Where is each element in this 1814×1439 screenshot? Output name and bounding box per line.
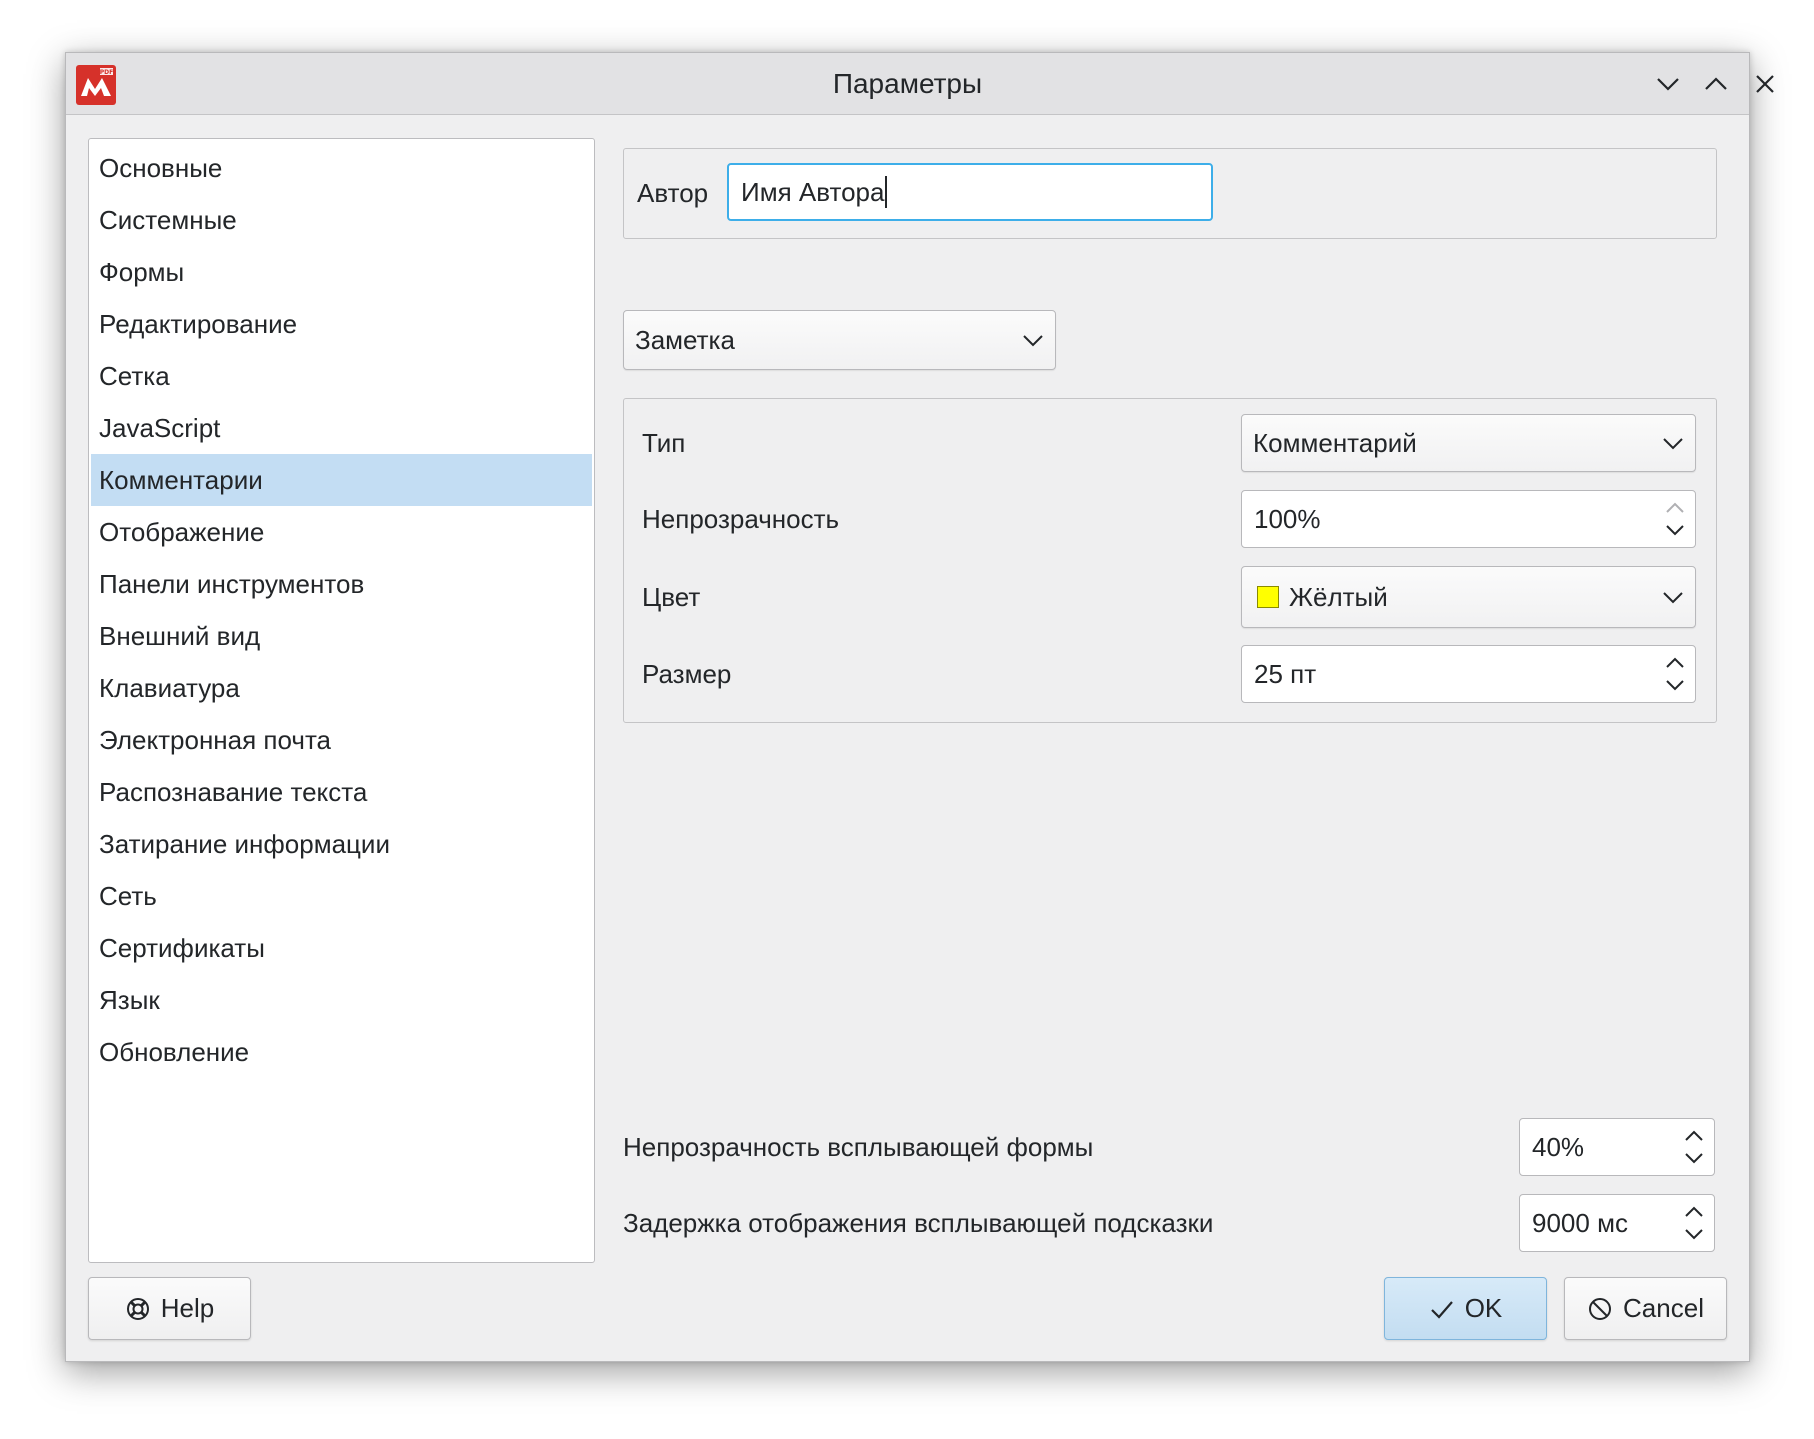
type-label: Тип: [642, 428, 686, 458]
chevron-down-icon: [1663, 438, 1683, 450]
cancel-icon: [1587, 1296, 1613, 1322]
size-spinbox[interactable]: 25 пт: [1241, 645, 1696, 703]
comment-type-value: Комментарий: [1253, 427, 1417, 458]
tooltip-delay-label: Задержка отображения всплывающей подсказ…: [623, 1208, 1214, 1238]
annotation-type-value: Заметка: [635, 324, 735, 355]
close-icon: [1756, 75, 1774, 93]
sidebar-item[interactable]: Затирание информации: [91, 818, 592, 870]
spin-down-icon[interactable]: [1682, 1150, 1706, 1166]
spin-up-icon[interactable]: [1682, 1128, 1706, 1144]
sidebar-item[interactable]: Распознавание текста: [91, 766, 592, 818]
sidebar-item[interactable]: Системные: [91, 194, 592, 246]
popup-opacity-spinbox[interactable]: 40%: [1519, 1118, 1715, 1176]
ok-button[interactable]: OK: [1384, 1277, 1547, 1340]
popup-opacity-value: 40%: [1532, 1131, 1585, 1162]
author-input-value: Имя Автора: [741, 176, 885, 207]
sidebar-item[interactable]: Внешний вид: [91, 610, 592, 662]
help-button[interactable]: Help: [88, 1277, 251, 1340]
ok-button-label: OK: [1464, 1293, 1503, 1323]
spin-down-icon[interactable]: [1663, 677, 1687, 693]
sidebar-item[interactable]: Клавиатура: [91, 662, 592, 714]
cancel-button-label: Cancel: [1623, 1293, 1704, 1323]
window-title: Параметры: [832, 68, 983, 99]
color-label: Цвет: [642, 582, 701, 612]
comment-type-combo[interactable]: Комментарий: [1241, 414, 1696, 472]
sidebar-item[interactable]: JavaScript: [91, 402, 592, 454]
author-group: Автор Имя Автора: [623, 148, 1717, 239]
spin-down-icon[interactable]: [1682, 1226, 1706, 1242]
annotation-properties-group: Тип Комментарий Непрозрачность 100% Цвет…: [623, 398, 1717, 723]
sidebar-item[interactable]: Сертификаты: [91, 922, 592, 974]
spin-down-icon[interactable]: [1663, 522, 1687, 538]
sidebar-item[interactable]: Основные: [91, 142, 592, 194]
author-input[interactable]: Имя Автора: [727, 163, 1213, 221]
minimize-button[interactable]: [1652, 68, 1684, 100]
preferences-dialog: PDF Параметры Основные Системные Формы Реда…: [65, 52, 1774, 1362]
popup-opacity-label: Непрозрачность всплывающей формы: [623, 1132, 1094, 1162]
sidebar-item[interactable]: Отображение: [91, 506, 592, 558]
help-button-label: Help: [160, 1293, 215, 1323]
opacity-value: 100%: [1254, 503, 1321, 534]
color-combo[interactable]: Жёлтый: [1241, 566, 1696, 628]
tooltip-delay-spinbox[interactable]: 9000 мс: [1519, 1194, 1715, 1252]
sidebar-item[interactable]: Сетка: [91, 350, 592, 402]
checkmark-icon: [1429, 1296, 1455, 1322]
spin-up-icon[interactable]: [1663, 500, 1687, 516]
sidebar-item[interactable]: Комментарии: [91, 454, 592, 506]
text-caret: [885, 176, 888, 208]
sidebar-item[interactable]: Обновление: [91, 1026, 592, 1078]
chevron-down-icon: [1657, 78, 1679, 91]
maximize-button[interactable]: [1700, 68, 1732, 100]
title-bar[interactable]: PDF Параметры: [66, 53, 1774, 115]
lifebuoy-icon: [125, 1296, 151, 1322]
close-button[interactable]: [1749, 68, 1781, 100]
color-value: Жёлтый: [1289, 581, 1388, 612]
size-label: Размер: [642, 659, 732, 689]
chevron-down-icon: [1023, 335, 1043, 347]
sidebar-item[interactable]: Сеть: [91, 870, 592, 922]
size-value: 25 пт: [1254, 658, 1317, 689]
category-list[interactable]: Основные Системные Формы Редактирование Сетк…: [88, 138, 595, 1263]
spin-up-icon[interactable]: [1663, 655, 1687, 671]
yellow-swatch: [1257, 586, 1279, 608]
spin-up-icon[interactable]: [1682, 1204, 1706, 1220]
sidebar-item[interactable]: Язык: [91, 974, 592, 1026]
sidebar-item[interactable]: Электронная почта: [91, 714, 592, 766]
sidebar-item[interactable]: Редактирование: [91, 298, 592, 350]
opacity-spinbox[interactable]: 100%: [1241, 490, 1696, 548]
sidebar-item[interactable]: Панели инструментов: [91, 558, 592, 610]
annotation-type-combo[interactable]: Заметка: [623, 310, 1056, 370]
chevron-down-icon: [1663, 592, 1683, 604]
opacity-label: Непрозрачность: [642, 504, 840, 534]
chevron-up-icon: [1705, 77, 1727, 90]
tooltip-delay-value: 9000 мс: [1532, 1207, 1628, 1238]
cancel-button[interactable]: Cancel: [1564, 1277, 1727, 1340]
sidebar-item[interactable]: Формы: [91, 246, 592, 298]
author-label: Автор: [637, 178, 709, 208]
